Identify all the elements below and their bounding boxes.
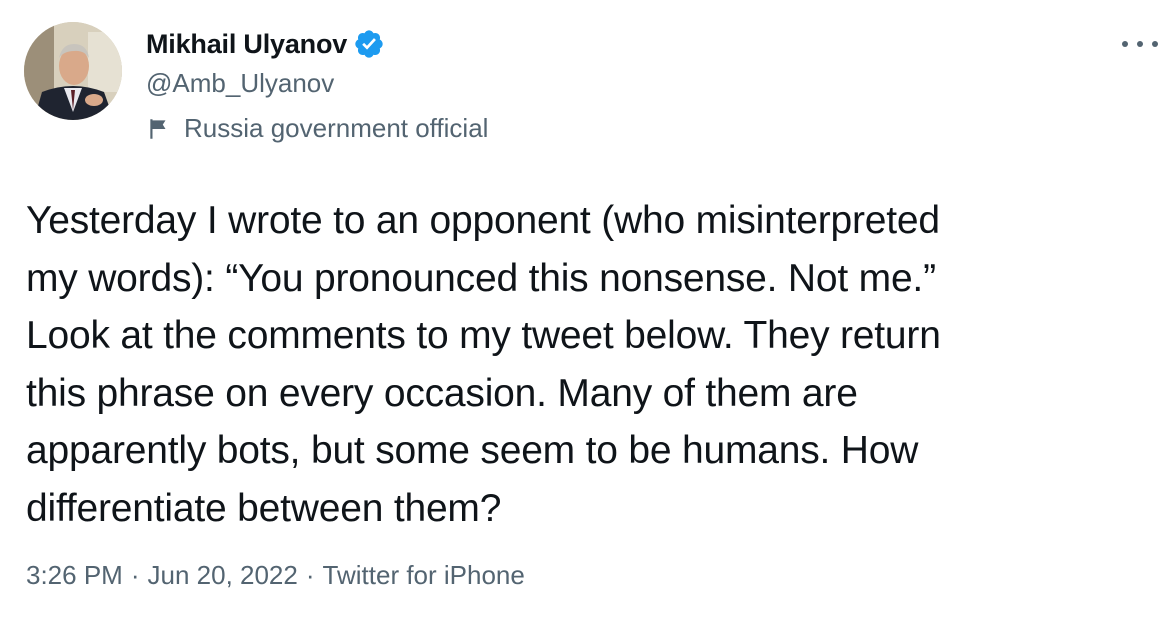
avatar-photo [24,22,122,120]
author-handle[interactable]: @Amb_Ulyanov [146,68,334,99]
tweet-card: Mikhail Ulyanov @Amb_Ulyanov Russia gove… [0,0,1176,630]
verified-badge-icon [353,28,385,60]
more-button[interactable] [1122,34,1158,54]
tweet-metadata: 3:26 PM · Jun 20, 2022 · Twitter for iPh… [26,560,525,591]
separator: · [130,560,140,590]
tweet-date-link[interactable]: Jun 20, 2022 [148,560,298,591]
account-label: Russia government official [146,113,488,144]
tweet-text: Yesterday I wrote to an opponent (who mi… [26,199,941,530]
more-icon [1122,41,1128,47]
account-label-text: Russia government official [184,113,489,143]
author-name-row: Mikhail Ulyanov [146,26,385,62]
avatar[interactable] [24,22,122,120]
author-display-name[interactable]: Mikhail Ulyanov [146,29,347,60]
tweet-time-link[interactable]: 3:26 PM [26,560,123,591]
flag-icon [146,116,172,142]
tweet-source-link[interactable]: Twitter for iPhone [323,560,525,591]
separator: · [305,560,315,590]
